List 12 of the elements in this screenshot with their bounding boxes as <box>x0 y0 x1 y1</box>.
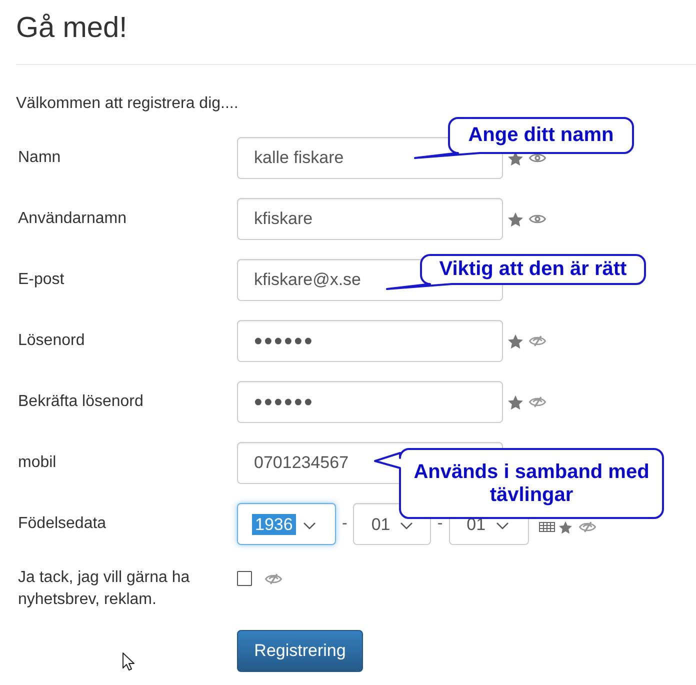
field-label: mobil <box>18 454 56 472</box>
page-title: Gå med! <box>16 12 128 44</box>
field-label: Födelsedata <box>18 515 106 533</box>
field-label: Ja tack, jag vill gärna ha nyhetsbrev, reklam. <box>18 568 191 610</box>
field-label: Användarnamn <box>18 210 127 228</box>
field-label: Namn <box>18 149 61 167</box>
field-label: Lösenord <box>18 332 85 350</box>
field-label: Bekräfta lösenord <box>18 393 144 411</box>
date-separator: - <box>342 515 348 533</box>
date-separator: - <box>437 515 443 533</box>
field-label: E-post <box>18 271 64 289</box>
intro-text: Välkommen att registrera dig.... <box>16 94 238 114</box>
